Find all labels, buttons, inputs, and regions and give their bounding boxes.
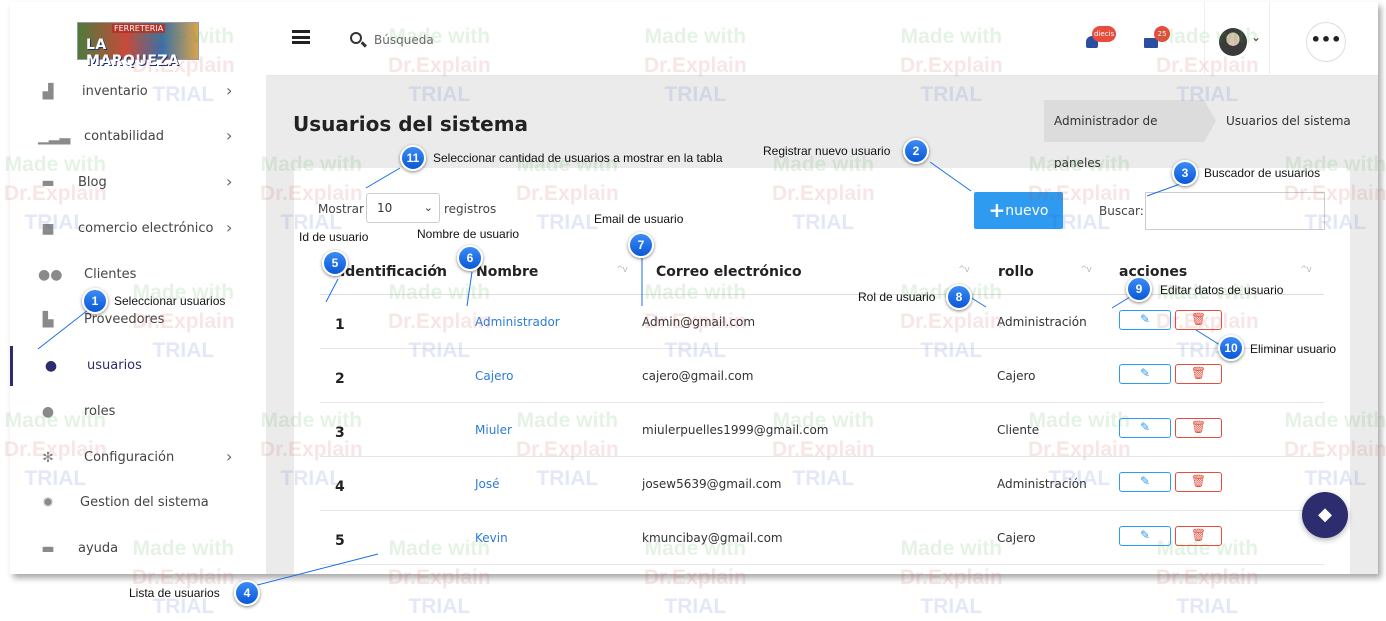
callout-9: 9	[1126, 276, 1152, 302]
callout-2: 2	[903, 138, 929, 164]
callout-6-text: Nombre de usuario	[417, 227, 520, 241]
callout-8-text: Rol de usuario	[858, 290, 936, 304]
annotation-leader-lines	[37, 161, 1221, 591]
leader-line-9	[1111, 296, 1131, 309]
callout-7: 7	[628, 232, 654, 258]
callout-10-text: Eliminar usuario	[1250, 342, 1337, 356]
callout-10: 10	[1218, 335, 1244, 361]
leader-line-1	[37, 309, 89, 350]
leader-line-11	[365, 167, 401, 189]
callout-3: 3	[1172, 160, 1198, 186]
leader-line-6	[466, 271, 473, 307]
callout-4: 4	[234, 580, 260, 606]
callout-11-text: Seleccionar cantidad de usuarios a mostr…	[433, 151, 723, 165]
leader-line-10	[1195, 329, 1221, 346]
leader-line-2	[929, 161, 972, 192]
leader-line-8	[969, 296, 987, 308]
callout-5-text: Id de usuario	[299, 230, 369, 244]
callout-8: 8	[946, 284, 972, 310]
callout-7-text: Email de usuario	[594, 212, 684, 226]
callout-6: 6	[457, 245, 483, 271]
callout-5: 5	[322, 250, 348, 276]
leader-line-4	[237, 553, 379, 591]
leader-line-5	[325, 278, 339, 303]
leader-line-3	[1146, 183, 1181, 197]
callout-1-text: Seleccionar usuarios	[114, 294, 226, 308]
callout-9-text: Editar datos de usuario	[1160, 283, 1284, 297]
callout-2-text: Registrar nuevo usuario	[763, 144, 891, 158]
callout-3-text: Buscador de usuarios	[1204, 166, 1321, 180]
callout-1: 1	[82, 288, 108, 314]
callout-4-text: Lista de usuarios	[129, 586, 220, 600]
callout-11: 11	[400, 145, 426, 171]
